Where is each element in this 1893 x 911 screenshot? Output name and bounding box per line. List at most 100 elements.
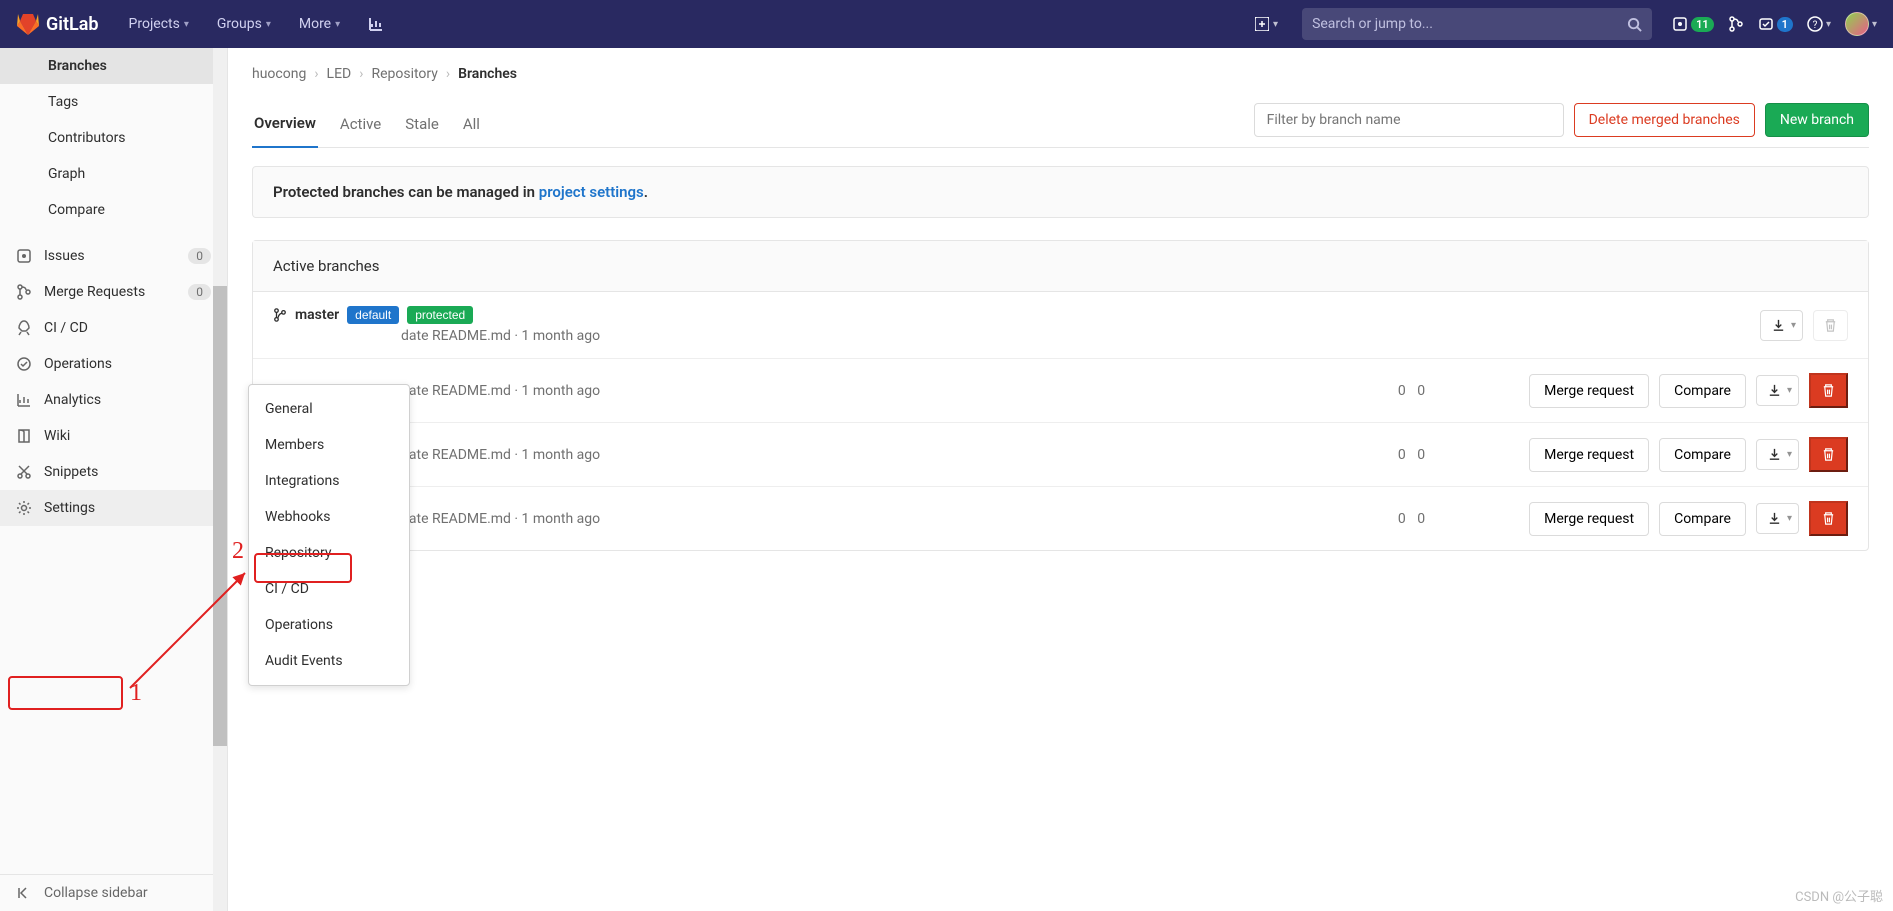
flyout-repository[interactable]: Repository <box>249 535 409 571</box>
book-icon <box>16 428 32 444</box>
issue-icon <box>1672 16 1688 32</box>
help-icon: ? <box>1807 16 1823 32</box>
new-menu[interactable]: ▾ <box>1247 11 1286 37</box>
flyout-members[interactable]: Members <box>249 427 409 463</box>
download-icon <box>1767 511 1782 526</box>
todos-shortcut[interactable]: 1 <box>1758 16 1793 32</box>
sidebar-item-operations[interactable]: Operations <box>0 346 227 382</box>
annotation-number-1: 1 <box>130 680 142 707</box>
trash-icon <box>1821 447 1836 462</box>
sidebar-item-analytics[interactable]: Analytics <box>0 382 227 418</box>
scrollbar-track[interactable] <box>213 48 227 911</box>
sidebar-sub-compare[interactable]: Compare <box>0 192 227 228</box>
branch-meta: date README.md · 1 month ago <box>401 447 1390 463</box>
collapse-icon <box>16 885 32 901</box>
download-button[interactable]: ▾ <box>1756 375 1799 406</box>
download-button[interactable]: ▾ <box>1756 439 1799 470</box>
merge-request-button[interactable]: Merge request <box>1529 374 1649 408</box>
gitlab-logo[interactable]: GitLab <box>16 12 99 36</box>
user-menu[interactable]: ▾ <box>1845 12 1877 36</box>
flyout-webhooks[interactable]: Webhooks <box>249 499 409 535</box>
compare-button[interactable]: Compare <box>1659 374 1746 408</box>
chevron-down-icon: ▾ <box>1826 19 1831 30</box>
sidebar-sub-tags[interactable]: Tags <box>0 84 227 120</box>
sidebar-sub-branches[interactable]: Branches <box>0 48 227 84</box>
breadcrumb-item[interactable]: LED <box>327 66 352 82</box>
merge-request-button[interactable]: Merge request <box>1529 438 1649 472</box>
sidebar-item-issues[interactable]: Issues 0 <box>0 238 227 274</box>
download-button[interactable]: ▾ <box>1760 310 1803 341</box>
breadcrumb: huocong› LED› Repository› Branches <box>252 48 1869 100</box>
breadcrumb-current: Branches <box>458 66 517 82</box>
protected-badge: protected <box>407 306 473 324</box>
tab-stale[interactable]: Stale <box>403 101 441 147</box>
branch-name[interactable]: master <box>295 307 339 323</box>
chevron-down-icon: ▾ <box>1787 385 1792 396</box>
protected-info: Protected branches can be managed in pro… <box>252 166 1869 218</box>
merge-request-button[interactable]: Merge request <box>1529 502 1649 536</box>
flyout-operations[interactable]: Operations <box>249 607 409 643</box>
branch-meta: date README.md · 1 month ago <box>401 383 1390 399</box>
chevron-down-icon: ▾ <box>1872 19 1877 30</box>
sidebar-item-wiki[interactable]: Wiki <box>0 418 227 454</box>
ahead-behind: 0 0 <box>1398 511 1429 527</box>
search-box[interactable] <box>1302 8 1652 40</box>
flyout-cicd[interactable]: CI / CD <box>249 571 409 607</box>
project-settings-link[interactable]: project settings <box>539 183 644 201</box>
branch-meta: date README.md · 1 month ago <box>401 328 1752 344</box>
branch-row: date README.md · 1 month ago 0 0 Merge r… <box>253 487 1868 550</box>
sidebar-item-settings[interactable]: Settings <box>0 490 227 526</box>
sidebar-item-merge[interactable]: Merge Requests 0 <box>0 274 227 310</box>
compare-button[interactable]: Compare <box>1659 502 1746 536</box>
new-branch-button[interactable]: New branch <box>1765 103 1869 137</box>
compare-button[interactable]: Compare <box>1659 438 1746 472</box>
chevron-down-icon: ▾ <box>1791 320 1796 331</box>
scrollbar-thumb[interactable] <box>213 286 227 746</box>
flyout-integrations[interactable]: Integrations <box>249 463 409 499</box>
delete-branch-button[interactable] <box>1809 437 1848 472</box>
download-icon <box>1767 383 1782 398</box>
tab-all[interactable]: All <box>461 101 482 147</box>
search-input[interactable] <box>1312 16 1627 32</box>
chevron-down-icon: ▾ <box>1273 19 1278 30</box>
settings-flyout: General Members Integrations Webhooks Re… <box>248 384 410 686</box>
chevron-down-icon: ▾ <box>184 19 189 30</box>
delete-branch-button[interactable] <box>1809 501 1848 536</box>
main-content: huocong› LED› Repository› Branches Overv… <box>228 48 1893 911</box>
issues-badge: 11 <box>1691 17 1714 32</box>
svg-text:?: ? <box>1813 20 1818 31</box>
help-menu[interactable]: ?▾ <box>1807 16 1831 32</box>
tab-active[interactable]: Active <box>338 101 383 147</box>
sidebar-item-cicd[interactable]: CI / CD <box>0 310 227 346</box>
collapse-sidebar[interactable]: Collapse sidebar <box>0 874 227 911</box>
branch-row: date README.md · 1 month ago 0 0 Merge r… <box>253 359 1868 423</box>
sidebar-item-snippets[interactable]: Snippets <box>0 454 227 490</box>
sidebar-sub-contributors[interactable]: Contributors <box>0 120 227 156</box>
flyout-audit[interactable]: Audit Events <box>249 643 409 679</box>
panel-header: Active branches <box>253 241 1868 292</box>
chevron-down-icon: ▾ <box>1787 513 1792 524</box>
sidebar-sub-graph[interactable]: Graph <box>0 156 227 192</box>
default-badge: default <box>347 306 399 324</box>
nav-more[interactable]: More▾ <box>289 8 350 40</box>
delete-branch-button[interactable] <box>1809 373 1848 408</box>
nav-projects[interactable]: Projects▾ <box>119 8 199 40</box>
chevron-down-icon: ▾ <box>335 19 340 30</box>
gitlab-icon <box>16 12 40 36</box>
chevron-down-icon: ▾ <box>1787 449 1792 460</box>
search-icon <box>1627 17 1642 32</box>
filter-input[interactable] <box>1254 103 1564 137</box>
nav-groups[interactable]: Groups▾ <box>207 8 281 40</box>
delete-merged-button[interactable]: Delete merged branches <box>1574 103 1755 137</box>
nav-activity-icon[interactable] <box>358 8 394 40</box>
breadcrumb-item[interactable]: huocong <box>252 66 306 82</box>
flyout-general[interactable]: General <box>249 391 409 427</box>
tab-overview[interactable]: Overview <box>252 100 318 148</box>
issues-shortcut[interactable]: 11 <box>1672 16 1714 32</box>
merge-shortcut[interactable] <box>1728 16 1744 32</box>
active-branches-panel: Active branches master default protected… <box>252 240 1869 551</box>
breadcrumb-item[interactable]: Repository <box>371 66 437 82</box>
topbar: GitLab Projects▾ Groups▾ More▾ ▾ 11 1 ?▾… <box>0 0 1893 48</box>
analytics-icon <box>16 392 32 408</box>
download-button[interactable]: ▾ <box>1756 503 1799 534</box>
